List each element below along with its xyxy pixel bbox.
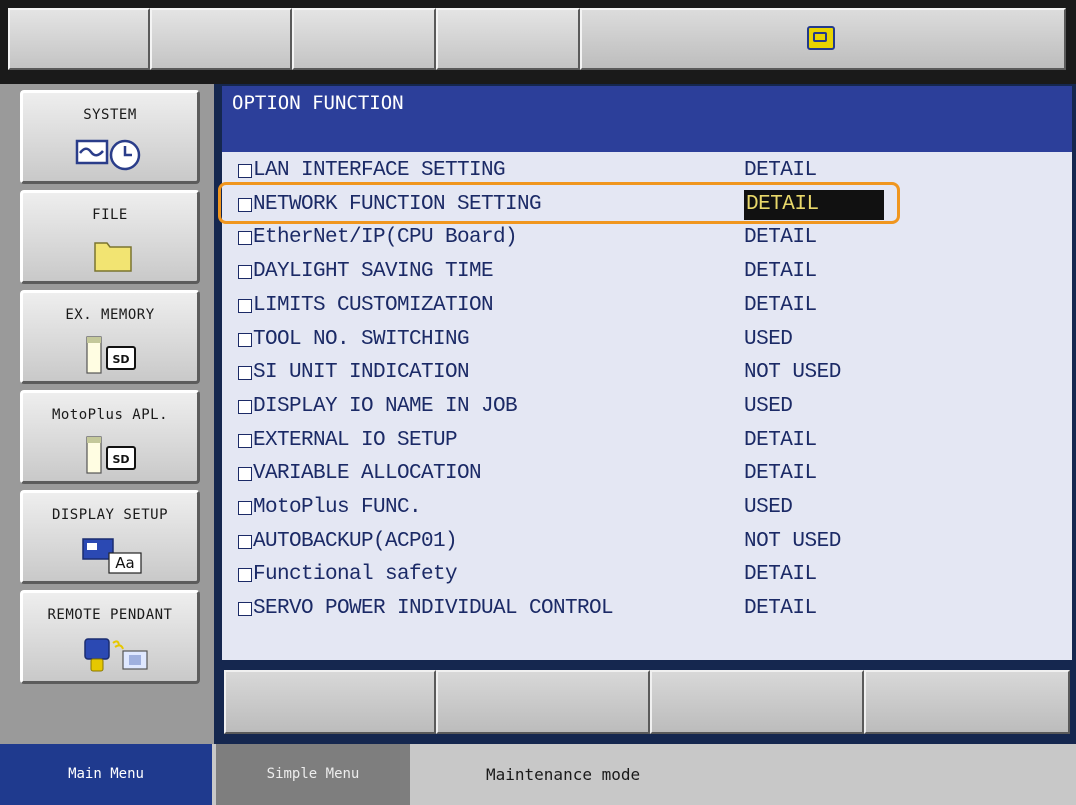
option-value[interactable]: NOT USED <box>744 356 841 390</box>
option-value[interactable]: USED <box>744 323 793 357</box>
checkbox-icon[interactable] <box>238 164 252 178</box>
bottom-bar: Main Menu Simple Menu Maintenance mode <box>0 744 1076 805</box>
checkbox-icon[interactable] <box>238 602 252 617</box>
option-value[interactable]: DETAIL <box>744 558 817 592</box>
mode-status: Maintenance mode <box>486 765 641 784</box>
toolbar-button-2[interactable] <box>150 8 292 70</box>
menu-remote-pendant-button[interactable]: REMOTE PENDANT <box>20 590 200 684</box>
option-label: SI UNIT INDICATION <box>253 361 470 385</box>
remote-pendant-icon <box>83 635 149 675</box>
menu-file-button[interactable]: FILE <box>20 190 200 284</box>
folder-icon <box>93 237 133 273</box>
option-value[interactable]: DETAIL <box>744 424 817 458</box>
option-row[interactable]: AUTOBACKUP(ACP01) NOT USED <box>222 525 1072 559</box>
soft-button-4[interactable] <box>864 670 1070 734</box>
option-value[interactable]: DETAIL <box>744 255 817 289</box>
menu-display-setup-label: DISPLAY SETUP <box>51 507 169 523</box>
option-label: LIMITS CUSTOMIZATION <box>253 293 494 317</box>
soft-button-2[interactable] <box>436 670 650 734</box>
option-row[interactable]: MotoPlus FUNC. USED <box>222 491 1072 525</box>
checkbox-icon[interactable] <box>238 501 252 515</box>
menu-system-label: SYSTEM <box>83 107 137 123</box>
left-menu: SYSTEM FILE EX. MEMORY SD MotoPlus APL. … <box>0 84 214 744</box>
option-function-panel: OPTION FUNCTION LAN INTERFACE SETTING DET… <box>218 86 1072 660</box>
checkbox-icon[interactable] <box>238 366 252 381</box>
checkbox-icon[interactable] <box>238 265 252 280</box>
sd-card-icon: SD <box>85 433 145 477</box>
svg-text:Aa: Aa <box>115 554 134 572</box>
menu-motoplus-apl-button[interactable]: MotoPlus APL. SD <box>20 390 200 484</box>
soft-button-bar <box>222 664 1072 738</box>
option-label: AUTOBACKUP(ACP01) <box>253 529 458 553</box>
option-row[interactable]: LIMITS CUSTOMIZATION DETAIL <box>222 289 1072 323</box>
system-monitor-clock-icon <box>75 137 151 171</box>
checkbox-icon[interactable] <box>238 399 252 414</box>
option-value[interactable]: NOT USED <box>744 525 841 559</box>
option-label: SERVO POWER INDIVIDUAL CONTROL <box>253 597 614 621</box>
checkbox-icon[interactable] <box>238 568 252 583</box>
checkbox-icon[interactable] <box>238 298 252 313</box>
main-menu-tab[interactable]: Main Menu <box>0 744 212 805</box>
option-label: Functional safety <box>253 563 458 587</box>
option-row[interactable]: EXTERNAL IO SETUP DETAIL <box>222 424 1072 458</box>
svg-text:SD: SD <box>112 353 129 366</box>
option-row[interactable]: EtherNet/IP(CPU Board) DETAIL <box>222 221 1072 255</box>
checkbox-icon[interactable] <box>238 467 252 482</box>
option-value[interactable]: DETAIL <box>744 289 817 323</box>
option-value[interactable]: DETAIL <box>744 457 817 491</box>
toolbar-button-3[interactable] <box>292 8 436 70</box>
pendant-status-icon <box>807 26 835 50</box>
menu-system-button[interactable]: SYSTEM <box>20 90 200 184</box>
option-row[interactable]: DISPLAY IO NAME IN JOB USED <box>222 390 1072 424</box>
checkbox-icon[interactable] <box>238 534 252 549</box>
display-font-icon: Aa <box>81 535 151 575</box>
title-bar: OPTION FUNCTION <box>222 86 1072 152</box>
option-label: DAYLIGHT SAVING TIME <box>253 260 494 284</box>
option-label: EXTERNAL IO SETUP <box>253 428 458 452</box>
selection-highlight <box>218 182 900 224</box>
menu-ex-memory-label: EX. MEMORY <box>65 307 155 323</box>
option-label: VARIABLE ALLOCATION <box>253 462 482 486</box>
option-value[interactable]: DETAIL <box>744 221 817 255</box>
option-row[interactable]: SERVO POWER INDIVIDUAL CONTROL DETAIL <box>222 592 1072 626</box>
option-label: TOOL NO. SWITCHING <box>253 327 470 351</box>
checkbox-icon[interactable] <box>238 433 252 448</box>
simple-menu-tab[interactable]: Simple Menu <box>216 744 410 805</box>
top-toolbar <box>0 0 1076 84</box>
checkbox-icon[interactable] <box>238 332 252 347</box>
svg-text:SD: SD <box>112 453 129 466</box>
menu-remote-pendant-label: REMOTE PENDANT <box>47 607 173 623</box>
option-value[interactable]: USED <box>744 390 793 424</box>
status-area <box>580 8 1066 70</box>
soft-button-1[interactable] <box>224 670 436 734</box>
option-row[interactable]: DAYLIGHT SAVING TIME DETAIL <box>222 255 1072 289</box>
checkbox-icon[interactable] <box>238 231 252 246</box>
sd-card-icon: SD <box>85 333 145 377</box>
menu-motoplus-apl-label: MotoPlus APL. <box>51 407 169 423</box>
toolbar-button-4[interactable] <box>436 8 580 70</box>
menu-display-setup-button[interactable]: DISPLAY SETUP Aa <box>20 490 200 584</box>
menu-ex-memory-button[interactable]: EX. MEMORY SD <box>20 290 200 384</box>
toolbar-button-1[interactable] <box>8 8 150 70</box>
option-value[interactable]: DETAIL <box>744 592 817 626</box>
option-row[interactable]: VARIABLE ALLOCATION DETAIL <box>222 457 1072 491</box>
option-label: MotoPlus FUNC. <box>253 496 422 519</box>
option-label: DISPLAY IO NAME IN JOB <box>253 394 518 418</box>
menu-file-label: FILE <box>92 207 128 223</box>
option-row[interactable]: Functional safety DETAIL <box>222 558 1072 592</box>
option-row[interactable]: SI UNIT INDICATION NOT USED <box>222 356 1072 390</box>
option-row[interactable]: TOOL NO. SWITCHING USED <box>222 323 1072 357</box>
page-title: OPTION FUNCTION <box>232 92 404 114</box>
soft-button-3[interactable] <box>650 670 864 734</box>
option-value[interactable]: USED <box>744 491 793 525</box>
option-label: EtherNet/IP(CPU Board) <box>253 226 518 250</box>
